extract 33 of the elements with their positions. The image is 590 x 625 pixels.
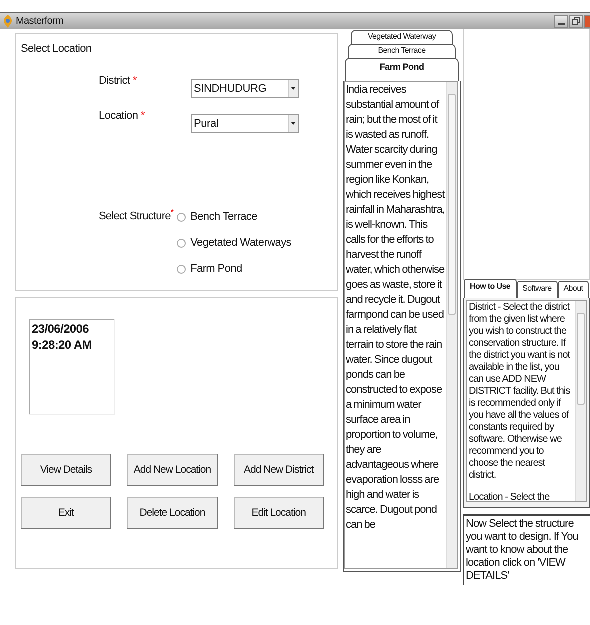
field-label: Location * — [99, 110, 146, 122]
restore-icon — [572, 16, 580, 26]
tab[interactable]: Farm Pond — [345, 58, 459, 81]
radio-label[interactable]: Vegetated Waterways — [190, 237, 292, 249]
dropdown[interactable]: Pural — [191, 114, 299, 133]
app-icon — [3, 14, 13, 28]
radio-button[interactable] — [176, 264, 186, 274]
time-text: 9:28:20 AM — [32, 337, 93, 353]
radio-label[interactable]: Farm Pond — [190, 263, 242, 275]
description-text: India receives substantial amount of rain; but the most of it is wasted as runoff. Water scarcity during summer even in the region like Konkan, which receives highest rainfall in Maharashtra, is well-known. This calls for the efforts to harvest the runoff water, which otherwise goes as waste, store it and recycle it. Dugout farmpond can be used in a relatively flat terrain to store the rain water. Since dugout ponds can be constructed to expose a minimum water surface area in proportion to volume, they are advantageous where evaporation losss are high and water is scarce. Dugout pond can be — [345, 83, 446, 533]
date-text: 23/06/2006 — [32, 321, 90, 337]
action-button[interactable]: View Details — [21, 454, 112, 486]
action-button[interactable]: Edit Location — [234, 497, 324, 529]
help-paragraph: Location - Select the — [469, 492, 551, 504]
help-paragraph: District - Select the district from the given list where you wish to construct the conservation structure. If the district you want is not available in the list, you can use ADD NEW DISTRICT facility. But this is recommended only if you have all the values of constants required by software. Otherwise we recommend you to choose the nearest district. — [469, 302, 572, 482]
action-button[interactable]: Exit — [21, 497, 112, 529]
hint-text: Now Select the structure you want to design. If You want to know about the location click on 'VIEW DETAILS' — [463, 514, 590, 585]
minimize-icon — [558, 22, 564, 24]
action-button[interactable]: Delete Location — [127, 497, 218, 529]
radio-button[interactable] — [176, 212, 186, 222]
scrollbar[interactable] — [575, 301, 586, 501]
field-label: Select Structure$^{*}$ — [99, 208, 174, 225]
panel-title: Select Location — [21, 43, 93, 55]
minimize-button[interactable] — [554, 14, 568, 28]
action-button[interactable]: Add New District — [234, 454, 324, 486]
radio-label[interactable]: Bench Terrace — [190, 211, 258, 223]
restore-button[interactable] — [569, 14, 583, 28]
dropdown[interactable]: SINDHUDURG — [191, 79, 299, 98]
scrollbar[interactable] — [446, 82, 457, 568]
field-label: District * — [99, 75, 138, 87]
action-button[interactable]: Add New Location — [127, 454, 218, 486]
radio-button[interactable] — [176, 238, 186, 248]
window-title: Masterform — [16, 16, 64, 26]
